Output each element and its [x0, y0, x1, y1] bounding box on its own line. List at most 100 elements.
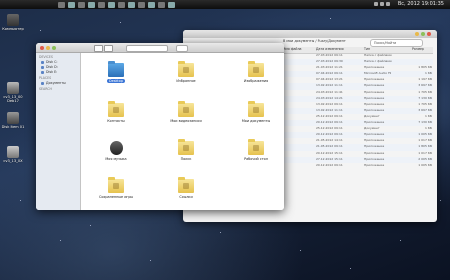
sidebar-item[interactable]: Disk C: — [41, 60, 80, 64]
folder-item[interactable]: Мои документы — [233, 101, 279, 123]
folder-item[interactable]: Сохраненные игры — [93, 177, 139, 199]
desktop-icon-computer[interactable]: Компьютер — [0, 14, 26, 31]
folder-label-wrap: Изображения — [233, 79, 279, 83]
minimize-icon[interactable] — [415, 32, 419, 36]
app-launcher-icon[interactable] — [68, 1, 75, 8]
app-launcher-icon[interactable] — [158, 1, 165, 8]
folder-emblem-icon — [183, 107, 189, 113]
search-input[interactable]: Поиск/Найти — [370, 39, 423, 47]
app-launcher-icon[interactable] — [138, 1, 145, 8]
folder-label-wrap: Сохраненные игры — [93, 195, 139, 199]
sidebar-item-label: Disk E: — [46, 70, 58, 74]
row-size: 1 005 КБ — [418, 162, 432, 167]
desktop-icon-drive[interactable]: cv3_13_00 Deb17 — [0, 82, 26, 103]
folder-label: Рабочий стол — [244, 157, 268, 161]
folder-item[interactable]: Мои видеозаписи — [163, 101, 209, 123]
folder-icon — [108, 101, 124, 117]
drive-icon — [41, 81, 44, 85]
app-launcher-icon[interactable] — [128, 1, 135, 8]
sidebar-item-label: Disk D: — [46, 65, 58, 69]
folder-icon — [178, 101, 194, 117]
folder-label-wrap: Избранное — [163, 79, 209, 83]
folder-label: Desktop — [107, 79, 125, 83]
folder-item[interactable]: Поиск — [163, 139, 209, 161]
explorer-window-front[interactable]: DEVICES Disk C: Disk D: Disk E: PLACES Докуме… — [36, 43, 284, 210]
sidebar-item[interactable]: Документы — [41, 81, 80, 85]
folder-label-wrap: Контакты — [93, 119, 139, 123]
folder-label: Контакты — [107, 119, 125, 123]
tray-icon[interactable] — [380, 2, 384, 6]
folder-label: Избранное — [176, 79, 196, 83]
window-titlebar[interactable] — [36, 43, 284, 53]
close-icon[interactable] — [40, 45, 44, 50]
sidebar-section-title: SEARCH — [39, 87, 52, 91]
folder-grid: Desktop Избранное Изображения Контакты Мои в… — [81, 53, 284, 210]
tray-icon[interactable] — [386, 2, 390, 6]
app-launcher-icon[interactable] — [108, 1, 115, 8]
folder-label-wrap: Мои видеозаписи — [163, 119, 209, 123]
folder-icon — [248, 139, 264, 155]
app-launcher-icon[interactable] — [148, 1, 155, 8]
app-launcher-icon[interactable] — [58, 1, 65, 8]
folder-label: Мои документы — [241, 119, 271, 123]
sidebar-item[interactable]: Disk D: — [41, 65, 80, 69]
folder-label-wrap: Desktop — [93, 79, 139, 83]
app-launcher-icon[interactable] — [168, 1, 175, 8]
app-launcher-icon[interactable] — [98, 1, 105, 8]
view-mode-buttons[interactable] — [126, 45, 168, 52]
sidebar-item-label: Disk C: — [46, 60, 58, 64]
folder-icon — [108, 61, 124, 77]
folder-label: Ссылки — [179, 195, 193, 199]
sidebar-section-title: DEVICES — [39, 55, 53, 59]
sidebar-item[interactable]: Disk E: — [41, 70, 80, 74]
folder-emblem-icon — [113, 107, 119, 113]
minimize-icon[interactable] — [46, 45, 50, 50]
computer-icon — [7, 14, 19, 26]
folder-item[interactable]: Рабочий стол — [233, 139, 279, 161]
drive-icon — [41, 70, 44, 74]
forward-arrow-icon[interactable] — [104, 45, 113, 52]
table-row[interactable]: 20.12.2012 09:11 Приложение 1 005 КБ — [283, 163, 433, 169]
app-launcher-icon[interactable] — [88, 1, 95, 8]
folder-emblem-icon — [183, 145, 189, 151]
folder-label-wrap: Рабочий стол — [233, 157, 279, 161]
folder-label-wrap: Моя музыка — [93, 157, 139, 161]
drive-icon — [41, 60, 44, 64]
window-titlebar[interactable] — [183, 30, 437, 38]
maximize-icon[interactable] — [421, 32, 425, 36]
top-menubar: Вс, 2012 19:01:35 — [0, 0, 450, 9]
folder-emblem-icon — [183, 67, 189, 73]
desktop-icon-usb[interactable]: cv3_13_0X — [0, 146, 26, 163]
folder-item[interactable]: Избранное — [163, 61, 209, 83]
breadcrumb[interactable]: В мои документы / Fuzzy/Документ — [283, 39, 346, 43]
row-type: Приложение — [364, 162, 385, 167]
folder-icon — [248, 101, 264, 117]
folder-icon — [178, 177, 194, 193]
back-arrow-icon[interactable] — [94, 45, 103, 52]
window-controls — [40, 45, 56, 50]
app-launcher-icon[interactable] — [78, 1, 85, 8]
sidebar-item-label: Документы — [46, 81, 66, 85]
folder-icon — [109, 141, 123, 155]
quick-look-icon[interactable] — [176, 45, 188, 52]
folder-item[interactable]: Ссылки — [163, 177, 209, 199]
sidebar-section-title: PLACES — [39, 76, 52, 80]
close-icon[interactable] — [427, 32, 431, 36]
folder-label: Сохраненные игры — [98, 195, 134, 199]
folder-item[interactable]: Desktop — [93, 61, 139, 83]
drive-icon — [41, 65, 44, 69]
desktop-icon-disk[interactable]: Disk Item 01 — [0, 112, 26, 129]
folder-item[interactable]: Моя музыка — [93, 141, 139, 161]
desktop-icon-label: Disk Item 01 — [1, 125, 25, 129]
desktop-icon-label: cv3_13_0X — [3, 159, 23, 163]
folder-item[interactable]: Изображения — [233, 61, 279, 83]
app-launcher-icon[interactable] — [118, 1, 125, 8]
menubar-clock[interactable]: Вс, 2012 19:01:35 — [398, 1, 444, 7]
folder-item[interactable]: Контакты — [93, 101, 139, 123]
maximize-icon[interactable] — [52, 45, 56, 50]
folder-label-wrap: Мои документы — [233, 119, 279, 123]
folder-label: Поиск — [180, 157, 192, 161]
folder-emblem-icon — [183, 183, 189, 189]
tray-icon[interactable] — [374, 2, 378, 6]
drive-icon — [7, 82, 19, 94]
